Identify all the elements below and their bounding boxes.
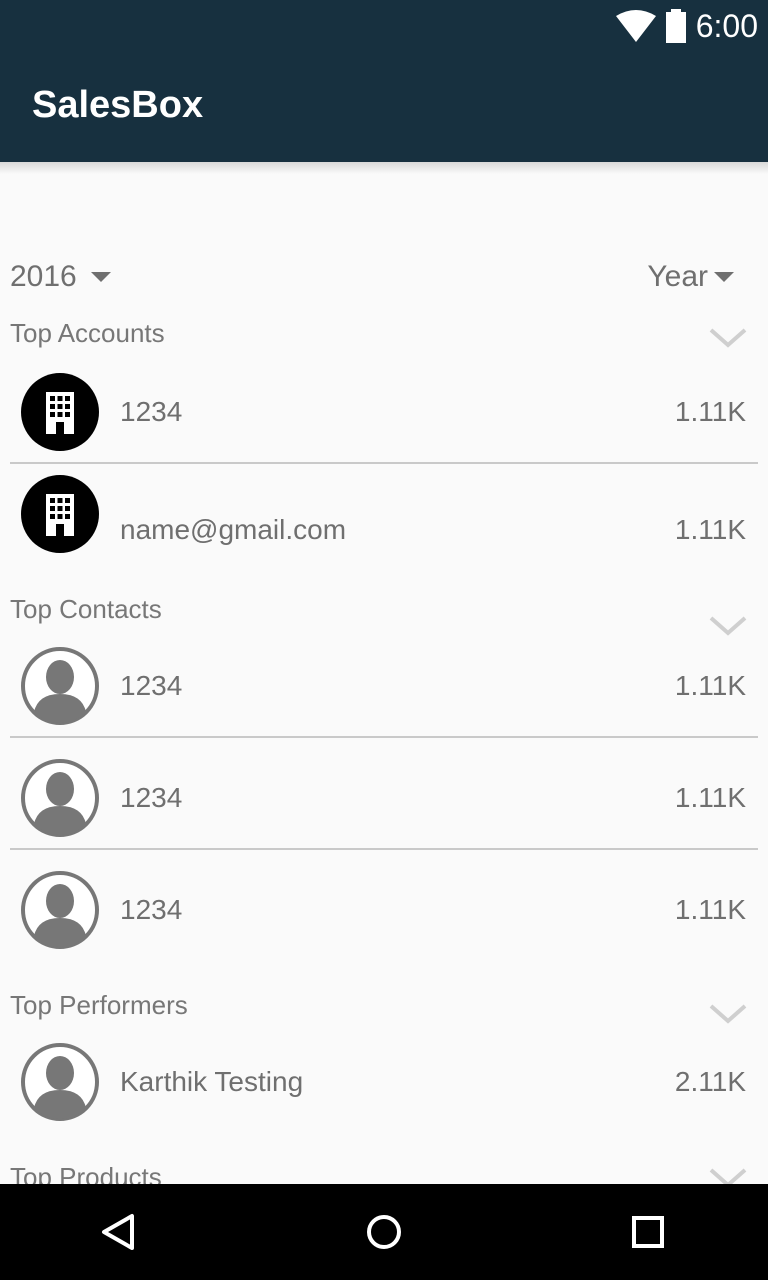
building-icon xyxy=(21,373,99,451)
app-bar: SalesBox xyxy=(0,52,768,162)
contact-row[interactable]: 1234 1.11K xyxy=(10,636,758,738)
chevron-down-icon[interactable] xyxy=(708,1166,748,1184)
contact-name: 1234 xyxy=(120,670,183,701)
dropdown-arrow-icon xyxy=(90,272,111,282)
person-icon xyxy=(21,1043,99,1121)
year-dropdown-value: 2016 xyxy=(10,260,77,293)
filter-row: 2016 Year xyxy=(0,260,768,300)
wifi-icon xyxy=(615,10,656,42)
person-icon xyxy=(21,647,99,725)
person-icon xyxy=(21,871,99,949)
person-icon xyxy=(21,759,99,837)
account-row[interactable]: name@gmail.com 1.11K xyxy=(10,464,758,564)
contact-value: 1.11K xyxy=(674,782,746,813)
performer-row[interactable]: Karthik Testing 2.11K xyxy=(10,1032,758,1132)
section-title-top-accounts: Top Accounts xyxy=(10,318,165,348)
contact-row[interactable]: 1234 1.11K xyxy=(10,748,758,850)
app-bar-shadow xyxy=(0,162,768,174)
contact-name: 1234 xyxy=(120,782,183,813)
home-icon[interactable] xyxy=(360,1208,408,1256)
chevron-down-icon[interactable] xyxy=(708,614,748,638)
contact-value: 1.11K xyxy=(674,894,746,925)
battery-icon xyxy=(665,9,686,43)
status-icons: 6:00 xyxy=(615,8,758,44)
navigation-bar xyxy=(0,1184,768,1280)
recents-icon[interactable] xyxy=(624,1208,672,1256)
chevron-down-icon[interactable] xyxy=(708,326,748,350)
period-dropdown[interactable]: Year xyxy=(647,260,734,294)
contact-name: 1234 xyxy=(120,894,183,925)
section-title-top-contacts: Top Contacts xyxy=(10,594,162,624)
year-dropdown[interactable]: 2016 xyxy=(10,260,111,294)
account-value: 1.11K xyxy=(674,396,746,427)
section-title-top-products: Top Products xyxy=(10,1162,162,1184)
chevron-down-icon[interactable] xyxy=(708,1002,748,1026)
account-name: 1234 xyxy=(120,396,183,427)
back-icon[interactable] xyxy=(96,1208,144,1256)
account-value: 1.11K xyxy=(674,514,746,545)
account-row[interactable]: 1234 1.11K xyxy=(10,362,758,464)
period-dropdown-value: Year xyxy=(647,260,708,293)
building-icon xyxy=(21,475,99,553)
performer-name: Karthik Testing xyxy=(120,1066,304,1097)
account-name: name@gmail.com xyxy=(120,514,347,545)
status-time: 6:00 xyxy=(695,8,758,44)
performer-value: 2.11K xyxy=(674,1066,746,1097)
dropdown-arrow-icon xyxy=(714,272,734,282)
dashboard-content[interactable]: 2016 Year Top Accounts 1234 1.11K name@g… xyxy=(0,174,768,1184)
contact-value: 1.11K xyxy=(674,670,746,701)
section-title-top-performers: Top Performers xyxy=(10,990,188,1020)
contact-row[interactable]: 1234 1.11K xyxy=(10,860,758,960)
app-title: SalesBox xyxy=(32,84,204,126)
status-bar: 6:00 xyxy=(0,0,768,52)
